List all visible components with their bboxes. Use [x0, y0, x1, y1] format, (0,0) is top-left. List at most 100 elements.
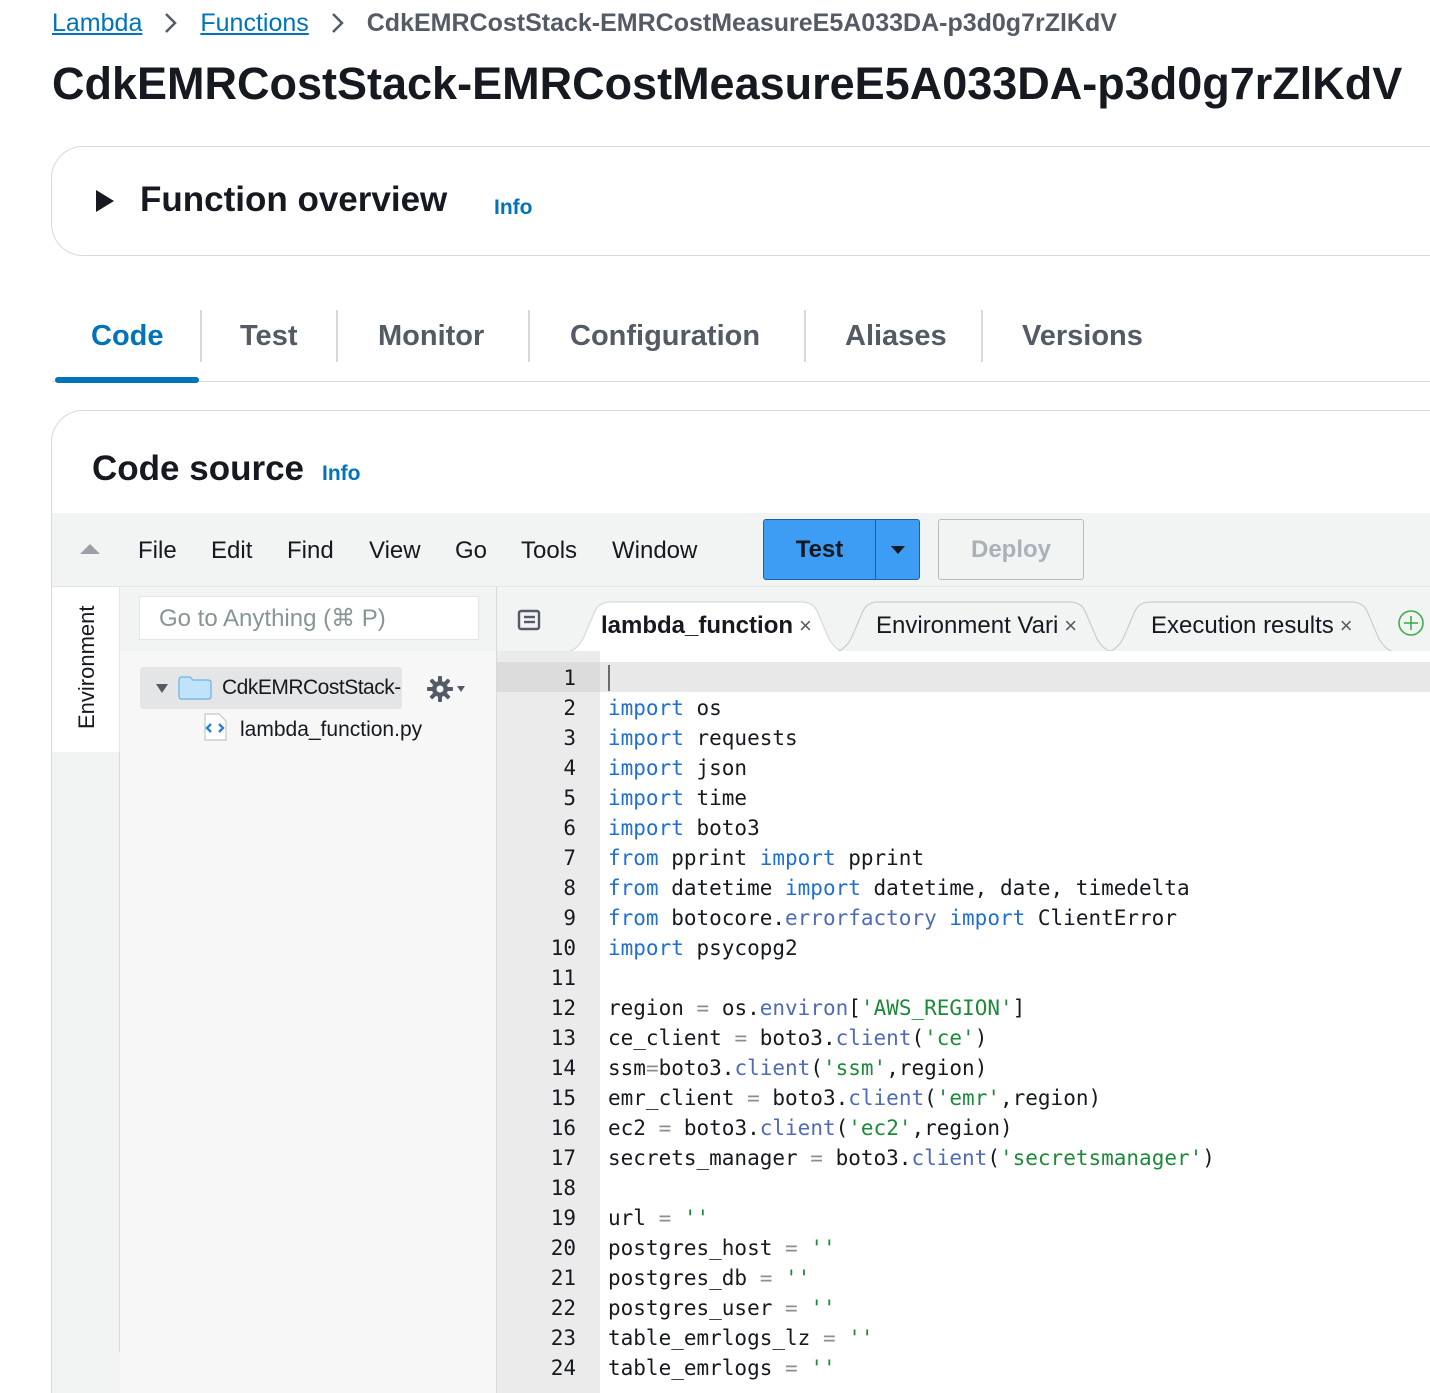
line-number: 6: [563, 816, 576, 840]
ide-menubar: File Edit Find View Go Tools Window Test…: [52, 513, 1430, 587]
code-line[interactable]: ssm=boto3.client('ssm',region): [608, 1053, 1215, 1083]
tab-configuration[interactable]: Configuration: [570, 320, 760, 353]
line-number: 17: [550, 1146, 576, 1170]
menu-view[interactable]: View: [369, 537, 421, 565]
code-line[interactable]: import json: [608, 753, 1215, 783]
menu-edit[interactable]: Edit: [211, 537, 252, 565]
environment-tab[interactable]: Environment: [52, 587, 120, 752]
menu-file[interactable]: File: [138, 537, 177, 565]
code-line[interactable]: import boto3: [608, 813, 1215, 843]
code-line[interactable]: postgres_user = '': [608, 1293, 1215, 1323]
breadcrumb-lambda[interactable]: Lambda: [52, 9, 142, 38]
settings-gear-icon[interactable]: [426, 675, 465, 703]
tree-file-name: lambda_function.py: [240, 717, 423, 741]
test-button[interactable]: Test: [764, 520, 875, 579]
code-line[interactable]: table_emrlogs = '': [608, 1353, 1215, 1383]
tab-divider: [981, 310, 983, 362]
code-line[interactable]: [608, 963, 1215, 993]
code-source-info-link[interactable]: Info: [322, 462, 360, 486]
line-number: 7: [563, 846, 576, 870]
tab-divider: [528, 310, 530, 362]
code-line[interactable]: from botocore.errorfactory import Client…: [608, 903, 1215, 933]
code-line[interactable]: import os: [608, 693, 1215, 723]
deploy-button[interactable]: Deploy: [938, 519, 1084, 580]
line-number: 9: [563, 906, 576, 930]
close-icon[interactable]: ×: [1340, 613, 1353, 639]
tab-code[interactable]: Code: [91, 320, 164, 353]
code-line[interactable]: region = os.environ['AWS_REGION']: [608, 993, 1215, 1023]
tab-divider: [200, 310, 202, 362]
code-line[interactable]: from pprint import pprint: [608, 843, 1215, 873]
chevron-right-icon: [164, 12, 178, 34]
editor-tab-label: lambda_function: [601, 612, 794, 639]
rail-background: [52, 752, 120, 1352]
code-line[interactable]: import requests: [608, 723, 1215, 753]
python-file-icon: [202, 713, 228, 746]
caret-down-icon[interactable]: [156, 683, 168, 693]
code-line[interactable]: import time: [608, 783, 1215, 813]
menu-window[interactable]: Window: [612, 537, 697, 565]
tree-file-item[interactable]: lambda_function.py: [202, 713, 422, 746]
code-line[interactable]: table_emrlogs_lz = '': [608, 1323, 1215, 1353]
go-to-anything-input[interactable]: Go to Anything (⌘ P): [139, 596, 479, 640]
menu-tools[interactable]: Tools: [521, 537, 577, 565]
code-line[interactable]: import psycopg2: [608, 933, 1215, 963]
code-line[interactable]: from datetime import datetime, date, tim…: [608, 873, 1215, 903]
code-line[interactable]: [608, 663, 1215, 693]
editor-tab-execution-results[interactable]: Execution results ×: [1151, 601, 1353, 651]
code-line[interactable]: postgres_host = '': [608, 1233, 1215, 1263]
line-number: 23: [550, 1326, 576, 1350]
menu-go[interactable]: Go: [455, 537, 487, 565]
code-line[interactable]: secrets_manager = boto3.client('secretsm…: [608, 1143, 1215, 1173]
code-source-title: Code source: [92, 449, 304, 488]
tab-monitor[interactable]: Monitor: [378, 320, 484, 353]
code-line[interactable]: [608, 1173, 1215, 1203]
code-line[interactable]: ce_client = boto3.client('ce'): [608, 1023, 1215, 1053]
editor-tab-label: Environment Vari: [876, 612, 1059, 639]
line-number: 24: [550, 1356, 576, 1380]
text-cursor: [608, 665, 610, 691]
environment-tab-label: Environment: [74, 605, 99, 729]
add-tab-icon[interactable]: [1397, 609, 1425, 642]
editor-tab-environment-vars[interactable]: Environment Vari ×: [876, 601, 1077, 651]
tab-test[interactable]: Test: [240, 320, 297, 353]
expand-caret-icon[interactable]: [96, 190, 114, 212]
code-line[interactable]: emr_client = boto3.client('emr',region): [608, 1083, 1215, 1113]
code-line[interactable]: ec2 = boto3.client('ec2',region): [608, 1113, 1215, 1143]
line-number: 8: [563, 876, 576, 900]
line-numbers: 1 2 3 4 5 6 7 8 9 10 11 12 13 14 15 16 17 18 19 20 21 22 23 24: [496, 663, 576, 1383]
tree-folder-name: CdkEMRCostStack-E: [222, 676, 402, 699]
tab-list-menu-icon[interactable]: [517, 609, 543, 636]
function-overview-panel[interactable]: Function overview Info: [51, 146, 1430, 256]
editor-tab-bar: lambda_function × Environment Vari × Exe…: [496, 587, 1430, 653]
code-line[interactable]: url = '': [608, 1203, 1215, 1233]
line-number: 19: [550, 1206, 576, 1230]
close-icon[interactable]: ×: [799, 613, 812, 639]
line-number: 13: [550, 1026, 576, 1050]
test-dropdown-button[interactable]: [875, 520, 919, 579]
code-editor-ide: File Edit Find View Go Tools Window Test…: [52, 513, 1430, 1393]
line-number: 11: [550, 966, 576, 990]
test-button-group: Test: [763, 519, 920, 580]
breadcrumb: Lambda Functions CdkEMRCostStack-EMRCost…: [52, 6, 1117, 40]
editor-tab-lambda-function[interactable]: lambda_function ×: [601, 601, 812, 651]
tab-versions[interactable]: Versions: [1022, 320, 1143, 353]
menu-find[interactable]: Find: [287, 537, 334, 565]
close-icon[interactable]: ×: [1064, 613, 1077, 639]
code-line[interactable]: postgres_db = '': [608, 1263, 1215, 1293]
editor-tab-label: Execution results: [1151, 612, 1334, 639]
caret-down-icon: [457, 686, 465, 692]
function-overview-title[interactable]: Function overview: [140, 180, 447, 220]
line-number: 22: [550, 1296, 576, 1320]
tree-folder[interactable]: CdkEMRCostStack-E: [140, 667, 402, 709]
tab-aliases[interactable]: Aliases: [845, 320, 947, 353]
line-number: 10: [550, 936, 576, 960]
line-number: 18: [550, 1176, 576, 1200]
line-number: 15: [550, 1086, 576, 1110]
code-source-panel: Code source Info File Edit Find View Go …: [51, 410, 1430, 1393]
breadcrumb-functions[interactable]: Functions: [200, 9, 308, 38]
active-tab-indicator: [55, 377, 199, 383]
collapse-up-icon[interactable]: [80, 544, 100, 554]
function-overview-info-link[interactable]: Info: [494, 196, 532, 220]
code-text[interactable]: import os import requests import json impor…: [608, 663, 1215, 1383]
